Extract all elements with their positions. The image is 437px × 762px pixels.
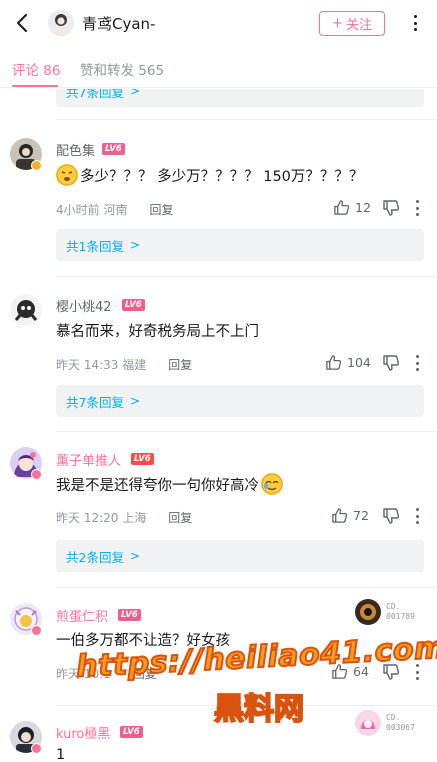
comment-text: 慕名而来，好奇税务局上不上门 [56,324,259,340]
fan-badge-code: CD. 003067 [386,713,415,732]
level-badge: LV6 [102,143,125,155]
comment-text: 多少？？？ 多少万？？？？ 150万？？？？ [56,164,363,186]
fan-badge-icon [354,598,382,626]
follow-label: 关注 [345,18,372,33]
thumb-up-icon [332,508,348,523]
follow-button[interactable]: + 关注 [319,11,385,36]
level-badge: LV6 [120,726,143,738]
watermark-name: 黑料网 [213,691,305,728]
reply-thread-link[interactable]: 共7条回复 > [56,89,424,107]
thumb-down-icon[interactable] [382,354,400,372]
tab-bar: 评论 86 赞和转发 565 [0,48,437,88]
badge-icon [31,160,42,171]
reply-button[interactable]: 回复 [168,356,192,373]
username[interactable]: 配色集 [56,140,95,159]
reply-button[interactable]: 回复 [149,201,173,218]
top-bar: 青鸢Cyan- + 关注 [0,0,437,46]
comment-meta: 4小时前 河南 回复 [56,201,174,218]
reply-thread-link[interactable]: 共1条回复 > [56,229,424,261]
comment-text: 1 [56,747,66,762]
badge-icon [31,743,42,754]
comment-more-icon[interactable] [416,355,420,371]
fan-badge-code: CD. 001789 [386,602,415,621]
comment-meta: 昨天 14:33 福建 回复 [56,356,193,373]
comment-more-icon[interactable] [416,508,420,524]
avatar[interactable] [10,294,42,326]
level-badge: LV6 [131,453,154,465]
username[interactable]: kuro極黑 [56,723,110,742]
reply-thread-link[interactable]: 共2条回复 > [56,540,424,572]
badge-icon [31,625,42,636]
active-tab-indicator [12,85,58,87]
fan-badge-icon [354,709,382,737]
emoji-icon [261,473,283,495]
username[interactable]: 煎蛋仁积 [56,606,108,625]
chevron-right-icon: > [129,549,141,563]
thumb-up-icon [326,355,342,370]
divider [56,276,437,277]
reply-button[interactable]: 回复 [168,509,192,526]
chevron-right-icon: > [129,394,141,408]
reply-thread-link[interactable]: 共7条回复 > [56,385,424,417]
divider [56,431,437,432]
like-button[interactable]: 72 [331,507,369,524]
divider [56,119,437,120]
comment-more-icon[interactable] [416,200,420,216]
back-arrow-icon[interactable] [12,12,34,34]
comment-meta: 昨天 12:20 上海 回复 [56,509,193,526]
chevron-right-icon: > [129,89,141,98]
username[interactable]: 樱小桃42 [56,296,112,315]
more-options-icon[interactable] [407,13,423,33]
username[interactable]: 薰子单推人 [56,450,121,469]
badge-icon [31,469,42,480]
level-badge: LV6 [118,609,141,621]
chevron-right-icon: > [129,238,141,252]
thumb-down-icon[interactable] [382,507,400,525]
emoji-icon [56,164,78,186]
like-button[interactable]: 104 [325,354,371,371]
thumb-up-icon [334,200,350,215]
page-title[interactable]: 青鸢Cyan- [82,13,155,34]
like-button[interactable]: 12 [333,199,371,216]
tab-comments[interactable]: 评论 86 [12,59,60,79]
thumb-down-icon[interactable] [382,199,400,217]
avatar[interactable] [48,10,74,36]
plus-icon: + [332,16,343,31]
divider [56,587,437,588]
comment-text: 我是不是还得夸你一句你好高冷 [56,473,283,495]
tab-likes-shares[interactable]: 赞和转发 565 [80,59,164,79]
level-badge: LV6 [122,299,145,311]
